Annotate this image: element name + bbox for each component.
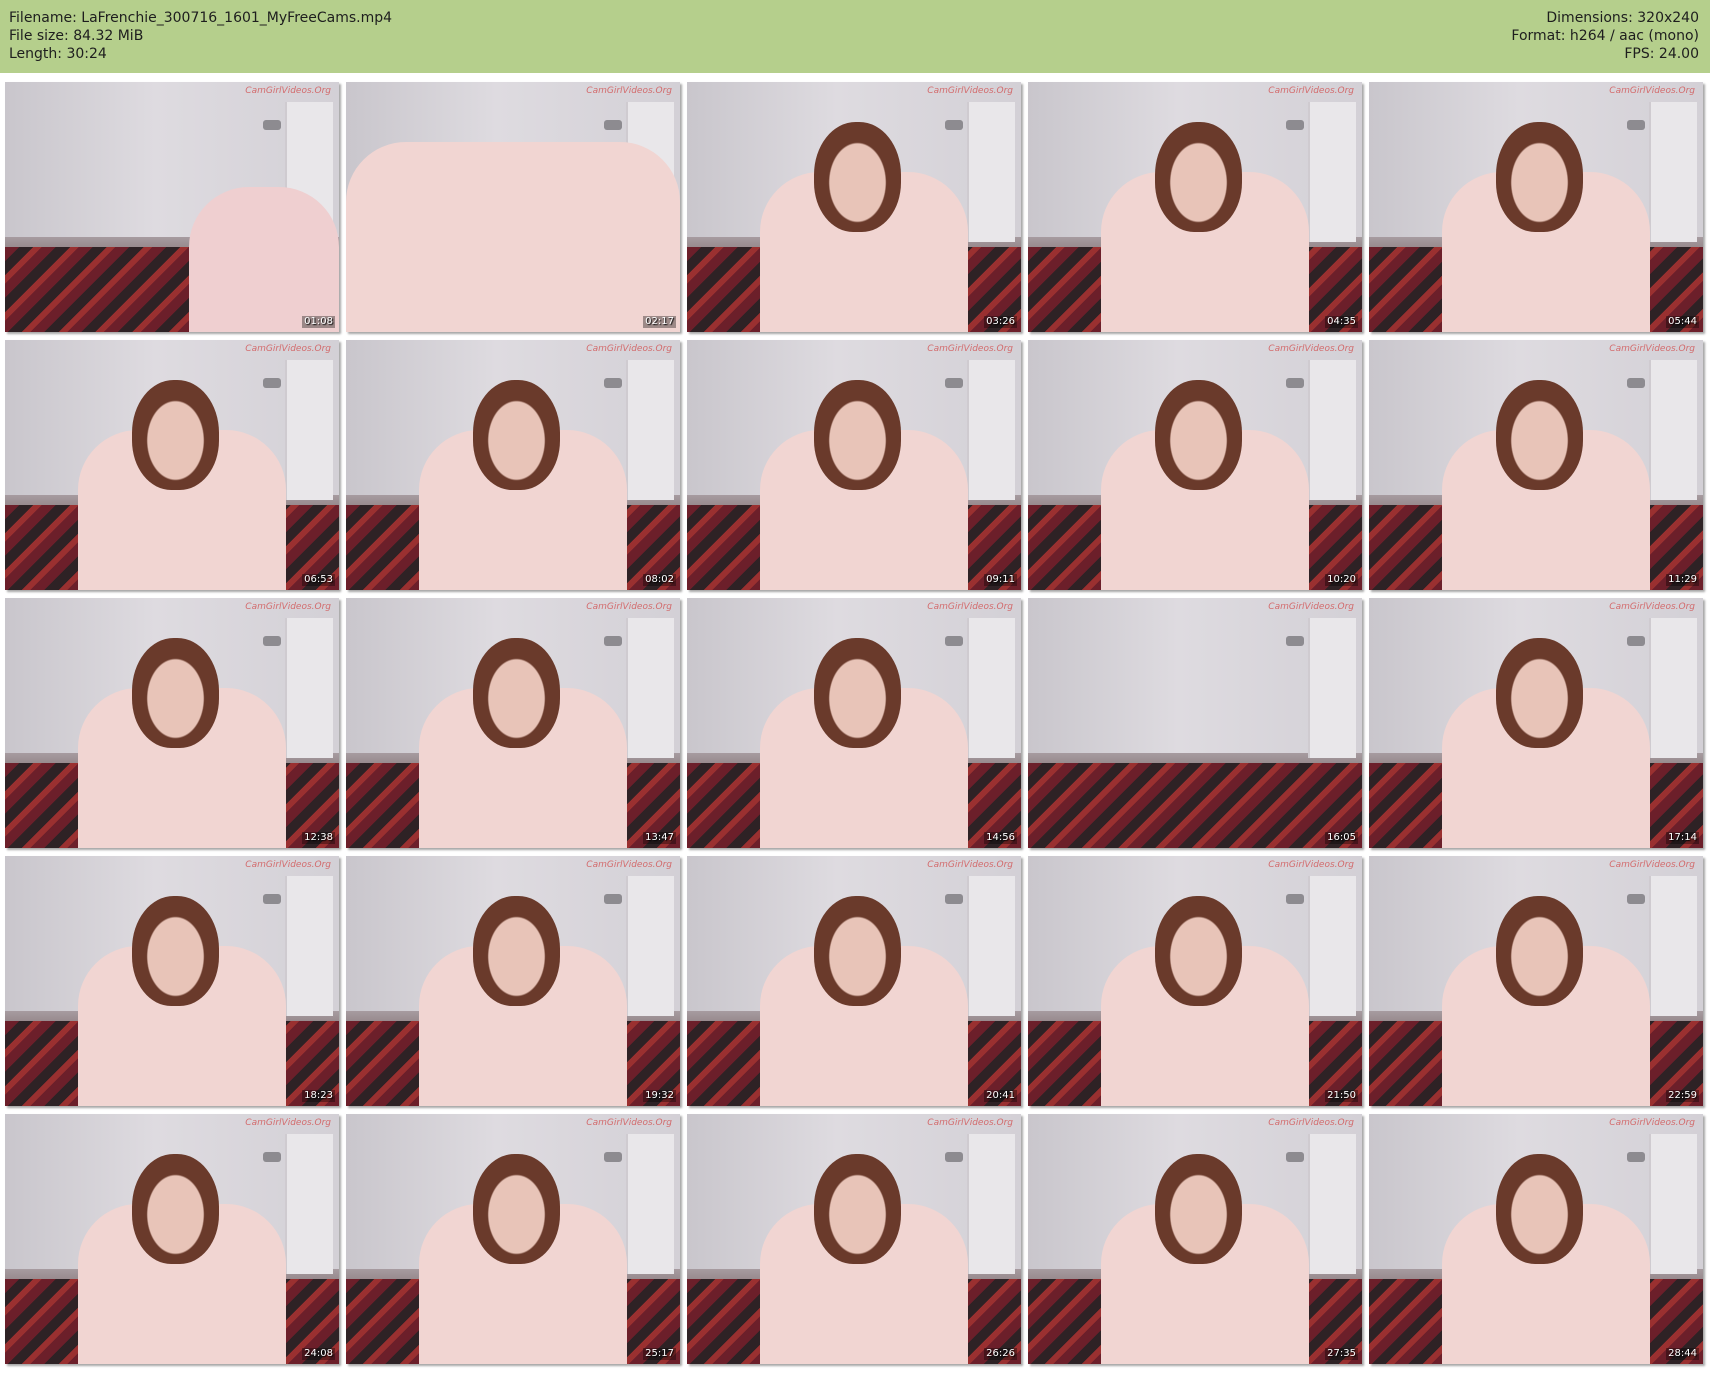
timestamp-label: 28:44 bbox=[1666, 1348, 1699, 1360]
thumbnail[interactable]: CamGirlVideos.Org 12:38 bbox=[5, 598, 339, 848]
thumbnail[interactable]: CamGirlVideos.Org 02:17 bbox=[346, 82, 680, 332]
watermark-logo: CamGirlVideos.Org bbox=[1609, 86, 1695, 96]
timestamp-label: 16:05 bbox=[1325, 832, 1358, 844]
timestamp-label: 13:47 bbox=[643, 832, 676, 844]
timestamp-label: 18:23 bbox=[302, 1090, 335, 1102]
timestamp-label: 03:26 bbox=[984, 316, 1017, 328]
timestamp-label: 09:11 bbox=[984, 574, 1017, 586]
dimensions-text: Dimensions: 320x240 bbox=[1546, 10, 1699, 26]
thumbnail[interactable]: CamGirlVideos.Org 27:35 bbox=[1028, 1114, 1362, 1364]
file-info: Filename: LaFrenchie_300716_1601_MyFreeC… bbox=[9, 9, 392, 63]
video-info: Dimensions: 320x240 Format: h264 / aac (… bbox=[1511, 9, 1699, 63]
thumbnail[interactable]: CamGirlVideos.Org 09:11 bbox=[687, 340, 1021, 590]
watermark-logo: CamGirlVideos.Org bbox=[245, 1118, 331, 1128]
thumbnail[interactable]: CamGirlVideos.Org 16:05 bbox=[1028, 598, 1362, 848]
watermark-logo: CamGirlVideos.Org bbox=[245, 344, 331, 354]
filename-text: Filename: LaFrenchie_300716_1601_MyFreeC… bbox=[9, 10, 393, 26]
timestamp-label: 10:20 bbox=[1325, 574, 1358, 586]
thumbnail[interactable]: CamGirlVideos.Org 13:47 bbox=[346, 598, 680, 848]
watermark-logo: CamGirlVideos.Org bbox=[1609, 344, 1695, 354]
watermark-logo: CamGirlVideos.Org bbox=[1268, 86, 1354, 96]
timestamp-label: 19:32 bbox=[643, 1090, 676, 1102]
timestamp-label: 22:59 bbox=[1666, 1090, 1699, 1102]
timestamp-label: 26:26 bbox=[984, 1348, 1017, 1360]
thumbnail[interactable]: CamGirlVideos.Org 04:35 bbox=[1028, 82, 1362, 332]
watermark-logo: CamGirlVideos.Org bbox=[1609, 860, 1695, 870]
timestamp-label: 01:08 bbox=[302, 316, 335, 328]
timestamp-label: 02:17 bbox=[643, 316, 676, 328]
timestamp-label: 11:29 bbox=[1666, 574, 1699, 586]
watermark-logo: CamGirlVideos.Org bbox=[1268, 860, 1354, 870]
thumbnail[interactable]: CamGirlVideos.Org 21:50 bbox=[1028, 856, 1362, 1106]
watermark-logo: CamGirlVideos.Org bbox=[1609, 602, 1695, 612]
thumbnail[interactable]: CamGirlVideos.Org 11:29 bbox=[1369, 340, 1703, 590]
info-header: Filename: LaFrenchie_300716_1601_MyFreeC… bbox=[0, 0, 1710, 73]
timestamp-label: 12:38 bbox=[302, 832, 335, 844]
watermark-logo: CamGirlVideos.Org bbox=[586, 1118, 672, 1128]
thumbnail[interactable]: CamGirlVideos.Org 20:41 bbox=[687, 856, 1021, 1106]
thumbnail[interactable]: CamGirlVideos.Org 08:02 bbox=[346, 340, 680, 590]
watermark-logo: CamGirlVideos.Org bbox=[586, 86, 672, 96]
watermark-logo: CamGirlVideos.Org bbox=[927, 860, 1013, 870]
watermark-logo: CamGirlVideos.Org bbox=[1268, 602, 1354, 612]
watermark-logo: CamGirlVideos.Org bbox=[586, 860, 672, 870]
timestamp-label: 14:56 bbox=[984, 832, 1017, 844]
thumbnail-grid: CamGirlVideos.Org 01:08 CamGirlVideos.Org… bbox=[5, 82, 1703, 1364]
timestamp-label: 05:44 bbox=[1666, 316, 1699, 328]
timestamp-label: 17:14 bbox=[1666, 832, 1699, 844]
filesize-text: File size: 84.32 MiB bbox=[9, 28, 144, 44]
timestamp-label: 20:41 bbox=[984, 1090, 1017, 1102]
format-text: Format: h264 / aac (mono) bbox=[1511, 28, 1699, 44]
fps-text: FPS: 24.00 bbox=[1624, 46, 1699, 62]
thumbnail[interactable]: CamGirlVideos.Org 14:56 bbox=[687, 598, 1021, 848]
watermark-logo: CamGirlVideos.Org bbox=[927, 86, 1013, 96]
length-text: Length: 30:24 bbox=[9, 46, 107, 62]
timestamp-label: 21:50 bbox=[1325, 1090, 1358, 1102]
timestamp-label: 27:35 bbox=[1325, 1348, 1358, 1360]
watermark-logo: CamGirlVideos.Org bbox=[927, 602, 1013, 612]
watermark-logo: CamGirlVideos.Org bbox=[1609, 1118, 1695, 1128]
timestamp-label: 08:02 bbox=[643, 574, 676, 586]
watermark-logo: CamGirlVideos.Org bbox=[245, 602, 331, 612]
watermark-logo: CamGirlVideos.Org bbox=[927, 1118, 1013, 1128]
thumbnail[interactable]: CamGirlVideos.Org 28:44 bbox=[1369, 1114, 1703, 1364]
thumbnail[interactable]: CamGirlVideos.Org 26:26 bbox=[687, 1114, 1021, 1364]
thumbnail[interactable]: CamGirlVideos.Org 01:08 bbox=[5, 82, 339, 332]
watermark-logo: CamGirlVideos.Org bbox=[586, 344, 672, 354]
watermark-logo: CamGirlVideos.Org bbox=[586, 602, 672, 612]
watermark-logo: CamGirlVideos.Org bbox=[245, 86, 331, 96]
watermark-logo: CamGirlVideos.Org bbox=[1268, 344, 1354, 354]
timestamp-label: 24:08 bbox=[302, 1348, 335, 1360]
thumbnail[interactable]: CamGirlVideos.Org 25:17 bbox=[346, 1114, 680, 1364]
timestamp-label: 04:35 bbox=[1325, 316, 1358, 328]
watermark-logo: CamGirlVideos.Org bbox=[245, 860, 331, 870]
timestamp-label: 06:53 bbox=[302, 574, 335, 586]
thumbnail[interactable]: CamGirlVideos.Org 03:26 bbox=[687, 82, 1021, 332]
thumbnail[interactable]: CamGirlVideos.Org 24:08 bbox=[5, 1114, 339, 1364]
thumbnail[interactable]: CamGirlVideos.Org 22:59 bbox=[1369, 856, 1703, 1106]
thumbnail[interactable]: CamGirlVideos.Org 05:44 bbox=[1369, 82, 1703, 332]
thumbnail[interactable]: CamGirlVideos.Org 17:14 bbox=[1369, 598, 1703, 848]
timestamp-label: 25:17 bbox=[643, 1348, 676, 1360]
thumbnail[interactable]: CamGirlVideos.Org 19:32 bbox=[346, 856, 680, 1106]
thumbnail[interactable]: CamGirlVideos.Org 18:23 bbox=[5, 856, 339, 1106]
watermark-logo: CamGirlVideos.Org bbox=[927, 344, 1013, 354]
watermark-logo: CamGirlVideos.Org bbox=[1268, 1118, 1354, 1128]
thumbnail[interactable]: CamGirlVideos.Org 06:53 bbox=[5, 340, 339, 590]
thumbnail[interactable]: CamGirlVideos.Org 10:20 bbox=[1028, 340, 1362, 590]
